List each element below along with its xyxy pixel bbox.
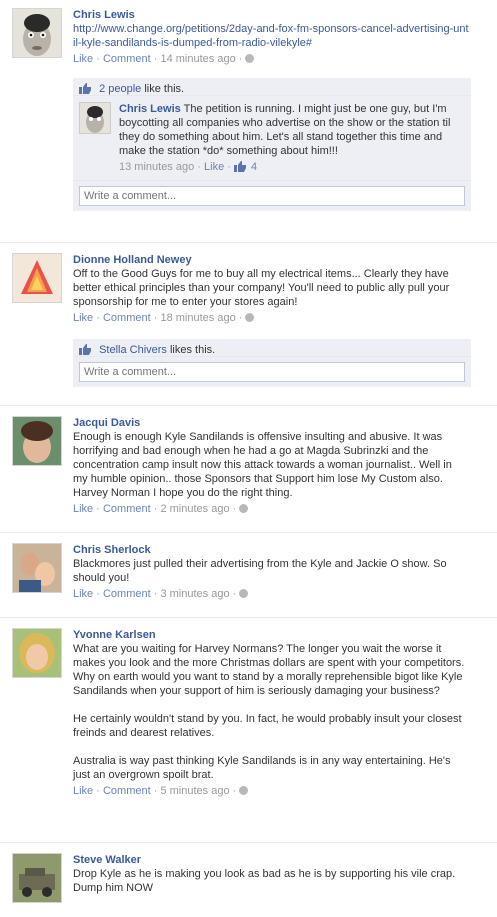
comment-link[interactable]: Comment — [103, 785, 151, 797]
comment-author[interactable]: Dionne Holland Newey — [73, 254, 192, 266]
reply-timestamp: 13 minutes ago — [119, 161, 195, 173]
likers-link[interactable]: Stella Chivers — [99, 344, 167, 356]
petition-link[interactable]: http://www.change.org/petitions/2day-and… — [73, 23, 469, 49]
likes-row: Stella Chivers likes this. — [73, 339, 471, 357]
globe-icon[interactable] — [239, 589, 249, 598]
like-link[interactable]: Like — [73, 53, 93, 65]
avatar[interactable] — [12, 416, 62, 466]
comment-meta: Like · Comment · 14 minutes ago · — [73, 52, 469, 66]
comment-text: What are you waiting for Harvey Normans?… — [73, 643, 465, 781]
comment-link[interactable]: Comment — [103, 588, 151, 600]
avatar[interactable] — [12, 8, 62, 58]
comment-text: Drop Kyle as he is making you look as ba… — [73, 868, 456, 894]
timestamp: 18 minutes ago — [160, 312, 236, 324]
avatar[interactable] — [12, 253, 62, 303]
like-link[interactable]: Like — [73, 503, 93, 515]
divider — [0, 617, 497, 618]
comment-feedback-box: Stella Chivers likes this. — [73, 339, 471, 387]
divider — [0, 842, 497, 843]
timestamp: 3 minutes ago — [160, 588, 230, 600]
globe-icon[interactable] — [245, 54, 255, 63]
comment-text: Off to the Good Guys for me to buy all m… — [73, 268, 453, 308]
globe-icon[interactable] — [239, 786, 249, 795]
comment-link[interactable]: Comment — [103, 312, 151, 324]
timestamp: 2 minutes ago — [160, 503, 230, 515]
comment-feedback-box: 2 people like this. Chris Lewis The peti… — [73, 78, 471, 211]
likes-row: 2 people like this. — [73, 78, 471, 96]
write-comment-input[interactable] — [79, 362, 465, 382]
thumbs-up-icon — [79, 83, 91, 94]
reply-comment: Chris Lewis The petition is running. I m… — [73, 96, 471, 181]
comment-author[interactable]: Steve Walker — [73, 854, 141, 866]
timestamp: 5 minutes ago — [160, 785, 230, 797]
comment-text: Enough is enough Kyle Sandilands is offe… — [73, 431, 455, 499]
write-comment-input[interactable] — [79, 186, 465, 206]
timestamp: 14 minutes ago — [160, 53, 236, 65]
divider — [0, 242, 497, 243]
comment-text: Blackmores just pulled their advertising… — [73, 558, 450, 584]
comment-author[interactable]: Yvonne Karlsen — [73, 629, 156, 641]
likers-link[interactable]: 2 people — [99, 83, 141, 95]
avatar[interactable] — [12, 543, 62, 593]
comment-link[interactable]: Comment — [103, 53, 151, 65]
globe-icon[interactable] — [239, 504, 249, 513]
reply-author[interactable]: Chris Lewis — [119, 103, 181, 115]
thumbs-up-icon — [79, 344, 91, 355]
divider — [0, 405, 497, 406]
globe-icon[interactable] — [245, 313, 255, 322]
comment-author[interactable]: Chris Lewis — [73, 9, 135, 21]
avatar[interactable] — [12, 853, 62, 903]
like-link[interactable]: Like — [73, 785, 93, 797]
comment-author[interactable]: Chris Sherlock — [73, 544, 151, 556]
thumbs-up-icon — [234, 161, 246, 172]
comment-link[interactable]: Comment — [103, 503, 151, 515]
comment-author[interactable]: Jacqui Davis — [73, 417, 140, 429]
like-link[interactable]: Like — [73, 312, 93, 324]
reply-like-link[interactable]: Like — [204, 161, 224, 173]
divider — [0, 532, 497, 533]
like-link[interactable]: Like — [73, 588, 93, 600]
reply-like-count[interactable]: 4 — [251, 161, 257, 173]
reply-avatar[interactable] — [79, 102, 111, 134]
avatar[interactable] — [12, 628, 62, 678]
